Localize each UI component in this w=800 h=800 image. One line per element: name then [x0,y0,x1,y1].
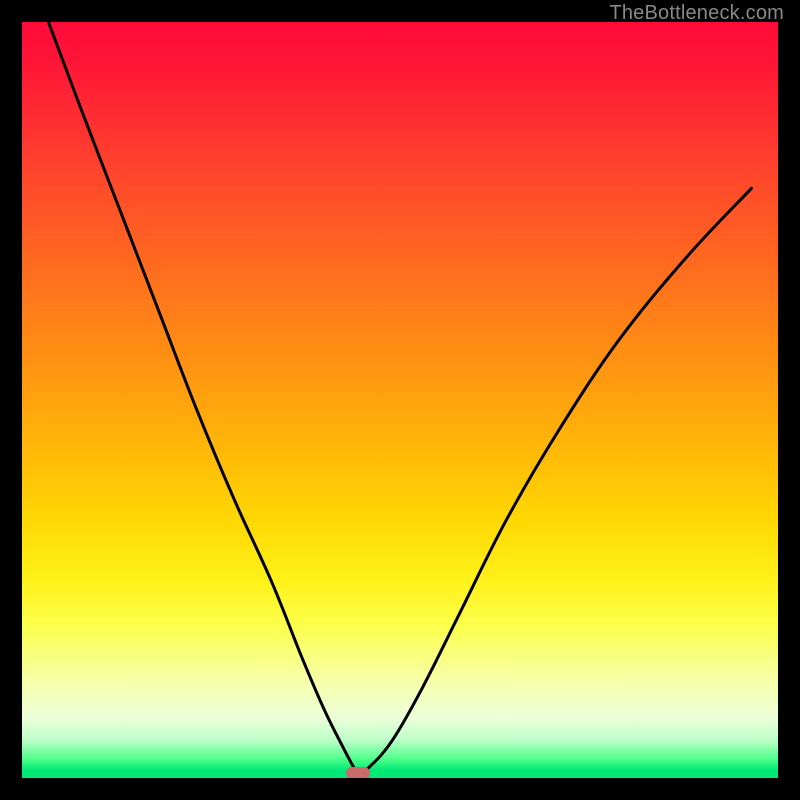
outer-frame: TheBottleneck.com [0,0,800,800]
watermark-text: TheBottleneck.com [609,2,784,25]
curve-right-branch [358,188,751,773]
minimum-marker [346,767,370,778]
bottleneck-curve [22,22,778,778]
plot-area [22,22,778,778]
curve-left-branch [48,22,358,773]
